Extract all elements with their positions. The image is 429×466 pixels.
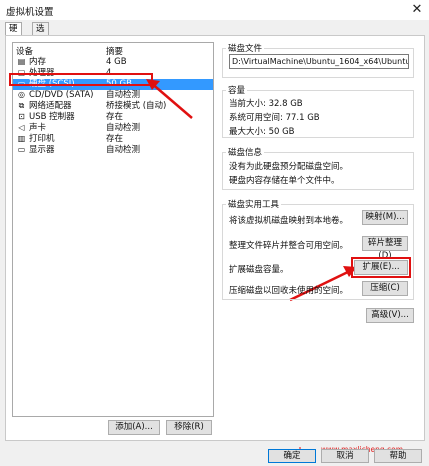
annotation-highlight-box xyxy=(351,257,411,278)
advanced-button[interactable]: 高级(V)... xyxy=(366,308,414,323)
compact-disk-text: 压缩磁盘以回收未使用的空间。 xyxy=(229,286,349,296)
annotation-arrow-line xyxy=(149,81,193,119)
help-button[interactable]: 帮助 xyxy=(374,449,422,463)
disk-info-line: 没有为此硬盘预分配磁盘空间。 xyxy=(229,162,349,172)
max-size-text: 最大大小: 50 GB xyxy=(229,127,295,137)
disk-file-path-field[interactable]: D:\VirtualMachine\Ubuntu_1604_x64\Ubuntu… xyxy=(229,54,409,69)
remove-device-button[interactable]: 移除(R) xyxy=(166,420,212,435)
ok-button[interactable]: 确定 xyxy=(268,449,316,463)
capacity-group-title: 容量 xyxy=(226,84,248,96)
compact-button[interactable]: 压缩(C) xyxy=(362,281,408,296)
disk-utilities-group-title: 磁盘实用工具 xyxy=(226,198,282,210)
map-button[interactable]: 映射(M)... xyxy=(362,210,408,225)
current-size-text: 当前大小: 32.8 GB xyxy=(229,99,303,109)
defragment-button[interactable]: 碎片整理(D) xyxy=(362,236,408,261)
expand-disk-text: 扩展磁盘容量。 xyxy=(229,265,289,275)
disk-info-line: 硬盘内容存储在单个文件中。 xyxy=(229,176,340,186)
map-disk-text: 将该虚拟机磁盘映射到本地卷。 xyxy=(229,216,349,226)
add-device-button[interactable]: 添加(A)... xyxy=(108,420,160,435)
disk-file-group-title: 磁盘文件 xyxy=(226,42,265,54)
disk-info-group-title: 磁盘信息 xyxy=(226,146,265,158)
cancel-button[interactable]: 取消 xyxy=(321,449,369,463)
defrag-text: 整理文件碎片并整合可用空间。 xyxy=(229,241,349,251)
free-space-text: 系统可用空间: 77.1 GB xyxy=(229,113,320,123)
